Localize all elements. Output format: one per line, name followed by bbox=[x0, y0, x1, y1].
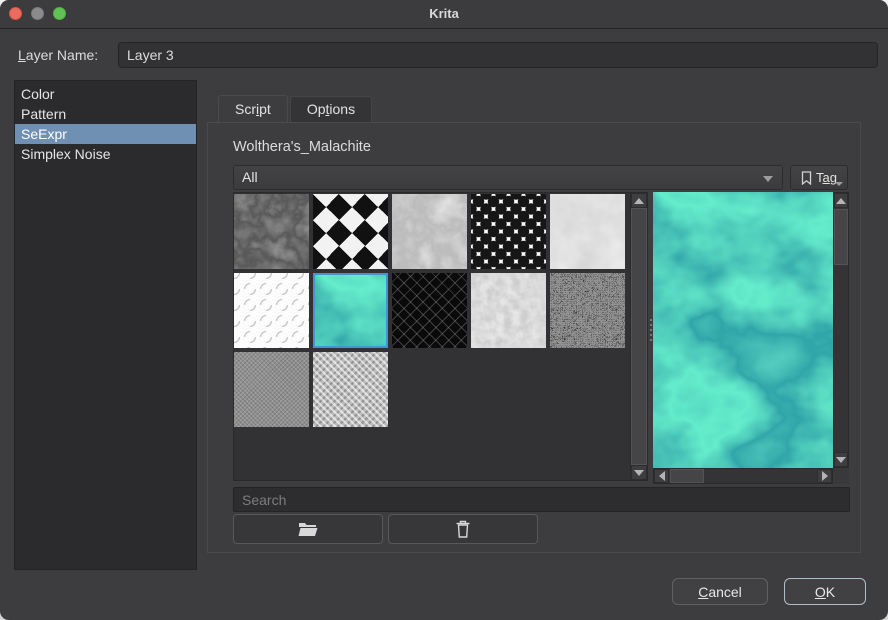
triangle-down-icon bbox=[634, 470, 644, 476]
generator-item-simplex-noise[interactable]: Simplex Noise bbox=[15, 144, 196, 164]
preview-horizontal-scrollbar[interactable] bbox=[653, 468, 833, 484]
scroll-left-button[interactable] bbox=[654, 469, 669, 483]
pattern-thumb-malachite[interactable] bbox=[313, 273, 388, 348]
title-bar[interactable]: Krita bbox=[0, 0, 888, 29]
scroll-down-button[interactable] bbox=[631, 465, 647, 480]
malachite-preview-image bbox=[653, 192, 833, 468]
trash-icon bbox=[454, 519, 472, 539]
window-title: Krita bbox=[0, 0, 888, 28]
pattern-thumb-truchet-curves[interactable] bbox=[234, 273, 309, 348]
pattern-thumb-diagonal-weave[interactable] bbox=[313, 352, 388, 427]
pattern-grid-scrollbar[interactable] bbox=[630, 193, 647, 480]
pattern-grid bbox=[234, 194, 630, 427]
scroll-down-button[interactable] bbox=[834, 452, 848, 467]
tag-button-label: Tag bbox=[816, 170, 837, 185]
tag-filter-combobox[interactable]: All bbox=[233, 165, 783, 190]
pattern-preview bbox=[653, 192, 833, 468]
layer-name-label: Layer Name: bbox=[18, 47, 98, 63]
cancel-button[interactable]: Cancel bbox=[672, 578, 768, 605]
scroll-up-button[interactable] bbox=[631, 193, 647, 208]
tag-button[interactable]: Tag bbox=[790, 165, 848, 190]
scrollbar-thumb[interactable] bbox=[834, 209, 848, 265]
pattern-thumb-halftone-dots[interactable] bbox=[471, 194, 546, 269]
delete-resource-button[interactable] bbox=[388, 514, 538, 544]
pattern-thumb-concrete[interactable] bbox=[471, 273, 546, 348]
layer-name-input[interactable] bbox=[118, 42, 878, 68]
scrollbar-corner bbox=[833, 468, 849, 484]
triangle-left-icon bbox=[659, 471, 665, 481]
search-input[interactable] bbox=[233, 487, 850, 512]
krita-dialog-window: Krita Layer Name: ColorPatternSeExprSimp… bbox=[0, 0, 888, 620]
pattern-thumb-smoke[interactable] bbox=[550, 194, 625, 269]
triangle-down-icon bbox=[836, 457, 846, 463]
selected-pattern-name: Wolthera's_Malachite bbox=[233, 139, 371, 155]
pattern-thumb-bw-triangles[interactable] bbox=[313, 194, 388, 269]
bookmark-icon bbox=[801, 171, 812, 185]
pattern-thumb-dark-maze[interactable] bbox=[392, 273, 467, 348]
chevron-down-icon bbox=[763, 176, 773, 182]
tab-script[interactable]: Script bbox=[218, 95, 288, 122]
scroll-up-button[interactable] bbox=[834, 193, 848, 208]
pattern-item-view bbox=[233, 192, 648, 481]
scrollbar-thumb[interactable] bbox=[670, 469, 704, 483]
pattern-thumb-speckle[interactable] bbox=[550, 273, 625, 348]
scrollbar-thumb[interactable] bbox=[631, 208, 647, 465]
tab-bar: Script Options bbox=[218, 96, 374, 122]
generator-item-pattern[interactable]: Pattern bbox=[15, 104, 196, 124]
pattern-thumb-gray-marble[interactable] bbox=[392, 194, 467, 269]
scroll-right-button[interactable] bbox=[817, 469, 832, 483]
triangle-right-icon bbox=[822, 471, 828, 481]
triangle-up-icon bbox=[634, 198, 644, 204]
tab-options[interactable]: Options bbox=[290, 96, 372, 122]
generator-item-seexpr[interactable]: SeExpr bbox=[15, 124, 196, 144]
generator-list: ColorPatternSeExprSimplex Noise bbox=[14, 80, 197, 570]
chevron-down-icon bbox=[835, 182, 843, 186]
tag-filter-value: All bbox=[242, 169, 258, 185]
import-resource-button[interactable] bbox=[233, 514, 383, 544]
preview-vertical-scrollbar[interactable] bbox=[833, 192, 849, 468]
pattern-thumb-gray-canvas[interactable] bbox=[234, 352, 309, 427]
folder-icon bbox=[297, 520, 319, 538]
triangle-up-icon bbox=[836, 198, 846, 204]
ok-button[interactable]: OK bbox=[784, 578, 866, 605]
pattern-thumb-dark-rock[interactable] bbox=[234, 194, 309, 269]
generator-item-color[interactable]: Color bbox=[15, 84, 196, 104]
